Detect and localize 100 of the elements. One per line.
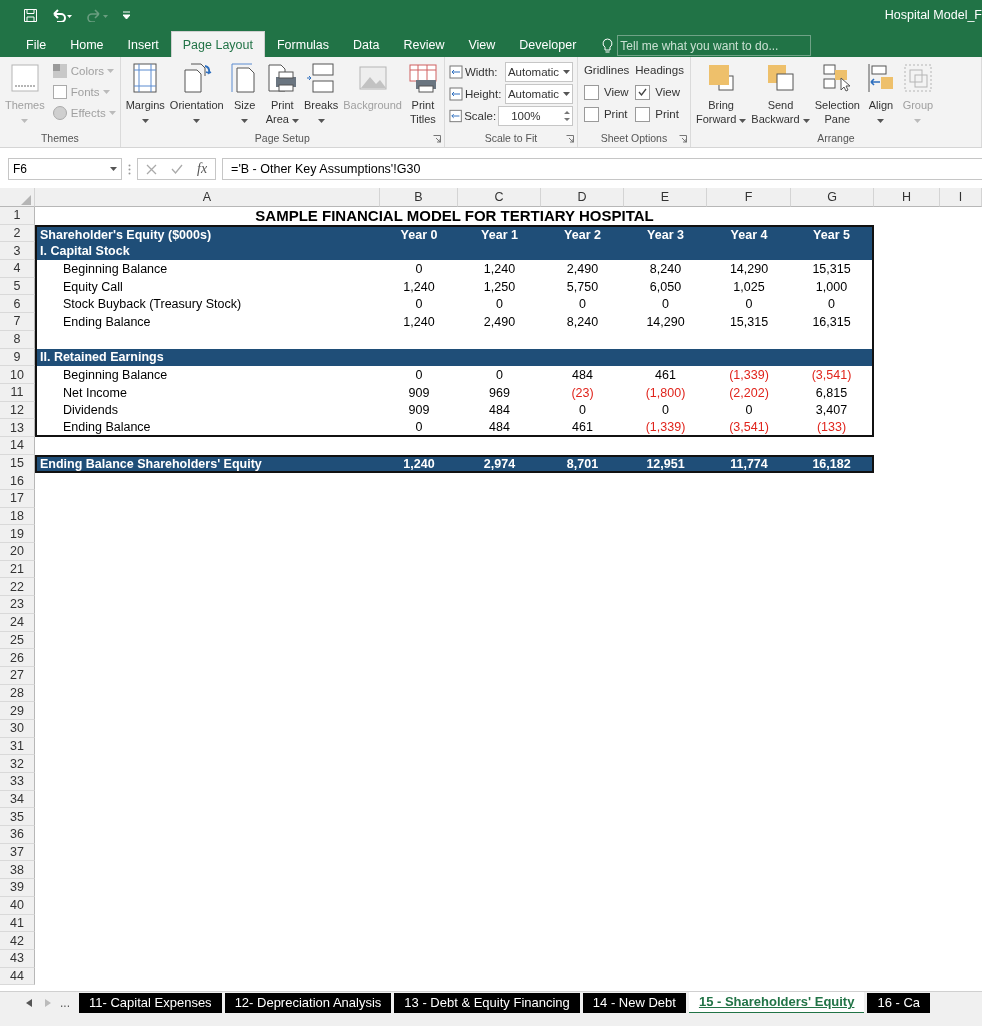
scale-field-icon bbox=[448, 64, 463, 80]
margins-button[interactable]: Margins bbox=[124, 60, 166, 132]
spinner-arrows-icon[interactable] bbox=[563, 110, 570, 122]
enter-icon[interactable] bbox=[171, 164, 183, 174]
checkbox-option[interactable]: Print bbox=[583, 104, 630, 124]
table-cell-text: 1,240 bbox=[402, 313, 436, 331]
row-number: 10 bbox=[0, 366, 35, 384]
table-cell-text: 1,240 bbox=[402, 278, 436, 296]
name-box[interactable]: F6 bbox=[8, 158, 122, 180]
row-number: 17 bbox=[0, 490, 35, 508]
column-header[interactable]: C bbox=[458, 188, 541, 207]
row-number: 4 bbox=[0, 260, 35, 278]
group-label: Scale to Fit bbox=[484, 132, 538, 146]
row-number: 7 bbox=[0, 313, 35, 331]
row-label: Net Income bbox=[35, 383, 380, 402]
sheet-tab[interactable]: 12- Depreciation Analysis bbox=[224, 992, 392, 1013]
cancel-icon[interactable] bbox=[146, 163, 157, 175]
row-number: 29 bbox=[0, 702, 35, 720]
column-header[interactable]: E bbox=[624, 188, 707, 207]
field-label: Width: bbox=[464, 66, 498, 78]
dialog-launcher-icon[interactable] bbox=[432, 135, 441, 143]
spinner-field[interactable]: 100% bbox=[498, 106, 573, 126]
row-label: Shareholder's Equity ($000s) bbox=[35, 224, 380, 243]
row-number: 20 bbox=[0, 543, 35, 561]
undo-icon[interactable] bbox=[51, 8, 73, 22]
column-header[interactable]: I bbox=[940, 188, 982, 207]
column-header[interactable]: B bbox=[380, 188, 458, 207]
ribbon-tab[interactable]: Review bbox=[391, 31, 457, 57]
table-cell-text: 0 bbox=[495, 367, 504, 384]
table-cell-text: 1,025 bbox=[732, 278, 766, 296]
caret-icon bbox=[110, 167, 117, 171]
window-title: Hospital Model_F bbox=[884, 8, 982, 22]
ribbon-tab[interactable]: Home bbox=[58, 31, 116, 57]
table-cell: 16,182 bbox=[791, 454, 874, 473]
ribbon-tab[interactable]: View bbox=[456, 31, 508, 57]
sheet-tab[interactable]: 13 - Debt & Equity Financing bbox=[394, 992, 580, 1013]
table-cell: 11,774 bbox=[707, 454, 791, 473]
row-number: 1 bbox=[0, 207, 35, 225]
table-cell: Year 3 bbox=[624, 224, 707, 243]
table-cell-text: 5,750 bbox=[565, 278, 600, 296]
ribbon-tab[interactable]: Formulas bbox=[264, 31, 342, 57]
column-header[interactable]: G bbox=[791, 188, 874, 207]
caret-icon bbox=[108, 110, 116, 115]
table-cell-text: 0 bbox=[661, 402, 670, 420]
insert-function-button[interactable]: fx bbox=[197, 161, 208, 177]
row-number: 3 bbox=[0, 242, 35, 261]
sheet-tab[interactable]: 14 - New Debt bbox=[582, 992, 686, 1013]
table-cell-text: 0 bbox=[744, 296, 754, 314]
table-cell: 6,815 bbox=[791, 383, 874, 402]
tell-me-field[interactable]: Tell me what you want to do... bbox=[617, 35, 812, 56]
ribbon-tab[interactable]: Insert bbox=[115, 31, 171, 57]
table-cell-text: 0 bbox=[578, 296, 587, 314]
table-cell-text: 484 bbox=[571, 367, 594, 384]
ribbon-tab[interactable]: Page Layout bbox=[170, 31, 265, 57]
checkbox-option[interactable]: View bbox=[583, 82, 630, 102]
dropdown-field[interactable]: Automatic bbox=[504, 84, 573, 104]
selection-pane-button[interactable]: Selection Pane bbox=[813, 60, 861, 132]
row-label: Beginning Balance bbox=[35, 366, 380, 384]
ribbon-tab[interactable]: File bbox=[14, 31, 59, 57]
ribbon-tab[interactable]: Data bbox=[341, 31, 392, 57]
table-cell-text: 969 bbox=[488, 384, 511, 402]
group-icon bbox=[901, 62, 934, 94]
table-cell: 1,000 bbox=[791, 277, 874, 296]
table-cell-text: 0 bbox=[414, 296, 424, 314]
dropdown-field[interactable]: Automatic bbox=[504, 62, 573, 82]
dialog-launcher-icon[interactable] bbox=[565, 135, 574, 143]
orientation-button[interactable]: Orientation bbox=[168, 60, 225, 132]
print-titles-button[interactable]: Print Titles bbox=[405, 60, 440, 132]
send-backward-button[interactable]: Send Backward bbox=[750, 60, 811, 132]
table-cell: 461 bbox=[541, 419, 624, 437]
ribbon-tab[interactable]: Developer bbox=[507, 31, 589, 57]
column-header[interactable]: A bbox=[35, 188, 380, 207]
print-area-button[interactable]: Print Area bbox=[264, 60, 300, 132]
sheet-tab[interactable]: 16 - Ca bbox=[867, 992, 931, 1013]
table-cell-text: 0 bbox=[578, 402, 587, 420]
table-cell: 8,701 bbox=[541, 454, 624, 473]
column-header[interactable]: F bbox=[707, 188, 791, 207]
drag-handle-icon[interactable] bbox=[128, 163, 131, 175]
more-tabs-button[interactable]: ... bbox=[60, 995, 70, 1010]
breaks-button[interactable]: Breaks bbox=[302, 60, 340, 132]
row-label: Stock Buyback (Treasury Stock) bbox=[35, 295, 380, 314]
customize-toolbar-icon[interactable] bbox=[123, 11, 130, 19]
sheet-tab[interactable]: 15 - Shareholders' Equity bbox=[688, 991, 865, 1014]
field-label: Height: bbox=[464, 88, 502, 100]
group-label: Arrange bbox=[817, 132, 855, 146]
column-header[interactable]: D bbox=[541, 188, 624, 207]
table-cell-text: 909 bbox=[407, 384, 431, 402]
scroll-left-icon[interactable] bbox=[26, 998, 32, 1007]
bring-forward-button[interactable]: Bring Forward bbox=[694, 60, 748, 132]
style-swatch-icon bbox=[51, 62, 68, 79]
dialog-launcher-icon[interactable] bbox=[678, 135, 687, 143]
sheet-tab[interactable]: 11- Capital Expenses bbox=[79, 992, 222, 1013]
save-icon[interactable] bbox=[24, 8, 37, 22]
checkbox-option[interactable]: View bbox=[635, 82, 684, 102]
size-button[interactable]: Size bbox=[227, 60, 262, 132]
formula-field[interactable]: ='B - Other Key Assumptions'!G30 bbox=[222, 158, 982, 180]
column-header[interactable]: H bbox=[874, 188, 940, 207]
table-cell: 15,315 bbox=[791, 260, 874, 278]
checkbox-option[interactable]: Print bbox=[635, 104, 684, 124]
align-button[interactable]: Align bbox=[863, 60, 898, 132]
